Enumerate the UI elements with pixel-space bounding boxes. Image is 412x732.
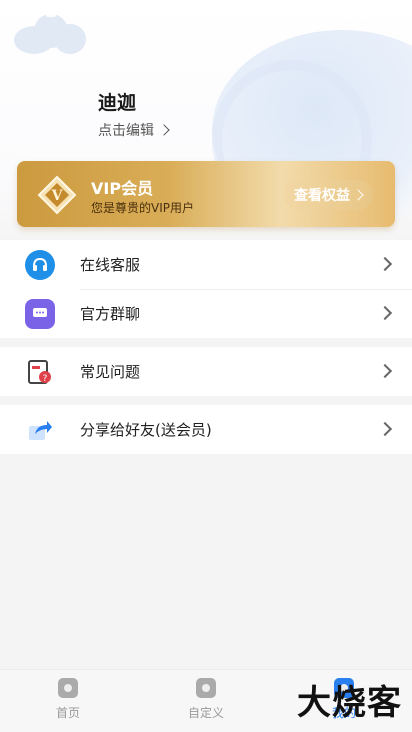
faq-icon: ? bbox=[25, 357, 55, 387]
view-benefits-label: 查看权益 bbox=[294, 188, 350, 204]
tab-label: 首页 bbox=[55, 706, 80, 720]
status-system: 1:57 bbox=[318, 4, 402, 20]
menu-item-online-service[interactable]: 在线客服 bbox=[0, 240, 412, 289]
chevron-right-icon bbox=[352, 189, 364, 201]
chevron-right-icon bbox=[377, 363, 393, 379]
menu-item-label: 在线客服 bbox=[80, 256, 141, 274]
status-notifications bbox=[10, 7, 56, 17]
notification-icon bbox=[28, 7, 38, 17]
edit-profile-link[interactable]: 点击编辑 bbox=[98, 120, 170, 140]
battery-icon bbox=[359, 7, 367, 18]
menu-item-label: 官方群聊 bbox=[80, 305, 141, 323]
chevron-right-icon bbox=[377, 256, 393, 272]
chevron-right-icon bbox=[377, 305, 393, 321]
menu-item-official-group[interactable]: 官方群聊 bbox=[0, 289, 412, 338]
custom-icon bbox=[196, 678, 216, 698]
vip-diamond-icon: V bbox=[37, 175, 77, 215]
notification-icon bbox=[10, 7, 20, 17]
svg-text:V: V bbox=[51, 188, 64, 204]
headset-icon bbox=[25, 249, 55, 280]
tab-label: 自定义 bbox=[187, 706, 224, 720]
menu-item-share[interactable]: 分享给好友(送会员) bbox=[0, 405, 412, 454]
svg-text:?: ? bbox=[43, 374, 48, 384]
menu-group-help: ? 常见问题 bbox=[0, 347, 412, 396]
bottom-tab-bar: 首页 自定义 我的 大烧客 bbox=[0, 669, 412, 732]
chat-bubble-icon bbox=[25, 298, 55, 329]
vip-card[interactable]: V VIP会员 您是尊贵的VIP用户 查看权益 bbox=[17, 161, 395, 227]
status-bar: 1:57 bbox=[0, 0, 412, 24]
view-benefits-button[interactable]: 查看权益 bbox=[283, 180, 373, 210]
vip-title: VIP会员 bbox=[91, 179, 154, 198]
watermark-text: 大烧客 bbox=[297, 683, 402, 723]
menu-item-label: 常见问题 bbox=[80, 363, 141, 381]
vip-subtitle: 您是尊贵的VIP用户 bbox=[91, 201, 194, 215]
notification-icon bbox=[46, 7, 56, 17]
clock-text: 1:57 bbox=[372, 4, 402, 20]
profile-name[interactable]: 迪迦 bbox=[98, 88, 136, 115]
wifi-icon bbox=[318, 6, 335, 18]
sim-icon bbox=[341, 6, 353, 18]
tab-home[interactable]: 首页 bbox=[28, 678, 108, 721]
menu-group-share: 分享给好友(送会员) bbox=[0, 405, 412, 454]
chevron-right-icon bbox=[158, 124, 170, 136]
home-icon bbox=[58, 678, 78, 698]
menu-item-label: 分享给好友(送会员) bbox=[80, 421, 212, 439]
menu-item-faq[interactable]: ? 常见问题 bbox=[0, 347, 412, 396]
chevron-right-icon bbox=[377, 421, 393, 437]
share-icon bbox=[25, 415, 55, 445]
edit-profile-label: 点击编辑 bbox=[98, 123, 154, 139]
tab-custom[interactable]: 自定义 bbox=[166, 678, 246, 721]
menu-group-support: 在线客服 官方群聊 bbox=[0, 240, 412, 338]
